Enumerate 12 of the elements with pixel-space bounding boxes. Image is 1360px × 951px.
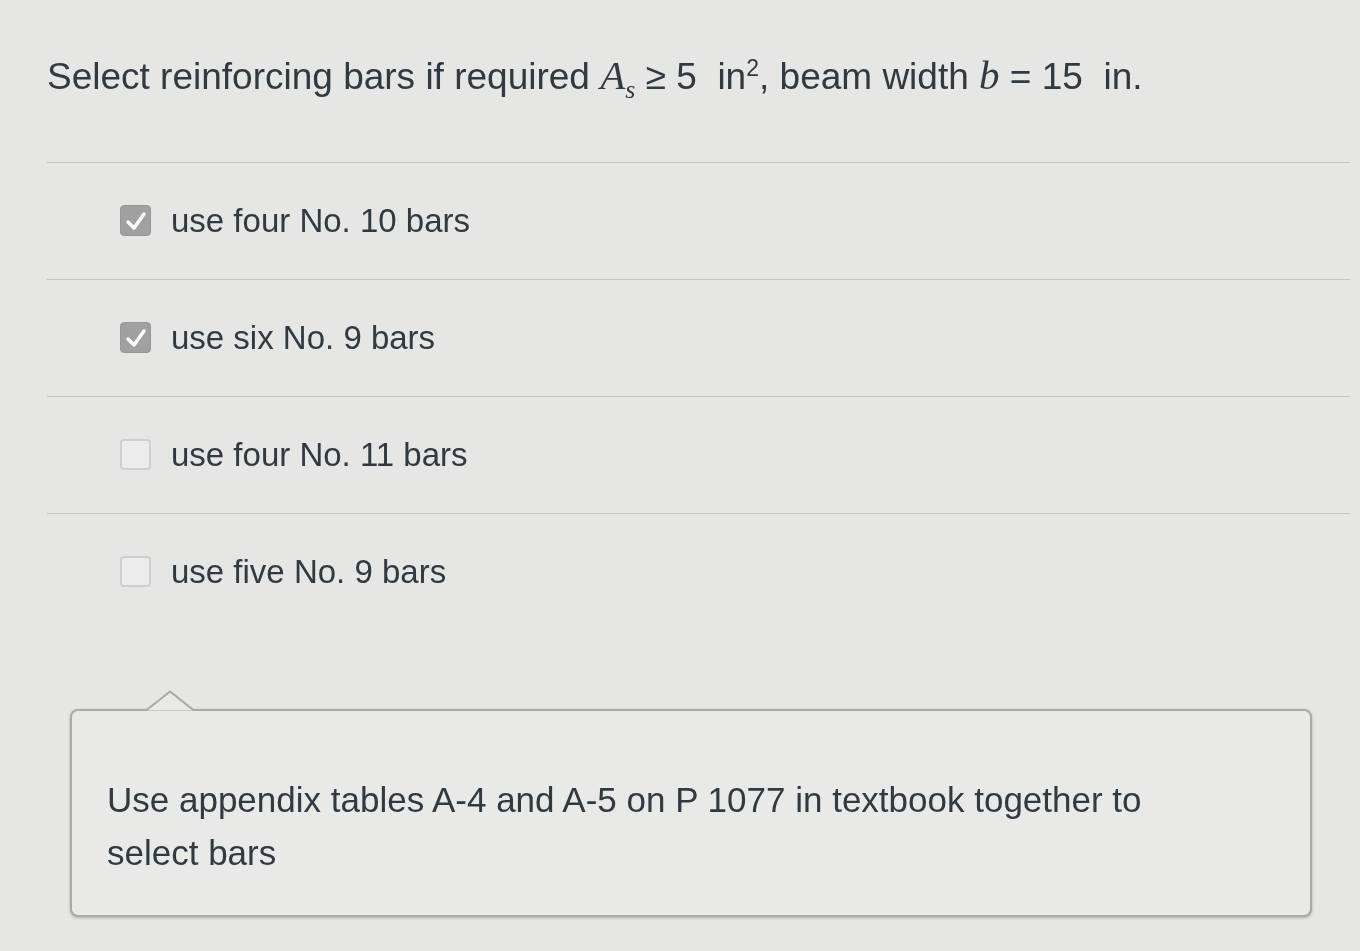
- checkmark-icon: [124, 326, 147, 349]
- question-text: Select reinforcing bars if required A$_{s}$ ≥ 5 in$^{2}$, beam width b = 15 in.: [47, 51, 1143, 106]
- checkbox[interactable]: [120, 205, 151, 237]
- comment-text: Use appendix tables A-4 and A-5 on P 1077 in textbook together to select bars: [107, 778, 1143, 874]
- answer-label: use four No. 11 bars: [171, 434, 468, 475]
- answer-label: use five No. 9 bars: [171, 551, 447, 592]
- checkbox[interactable]: [120, 322, 151, 354]
- checkbox[interactable]: [120, 556, 151, 588]
- answer-label: use six No. 9 bars: [171, 317, 436, 358]
- checkbox[interactable]: [120, 439, 151, 471]
- checkmark-icon: [124, 209, 147, 232]
- answer-label: use four No. 10 bars: [171, 200, 470, 241]
